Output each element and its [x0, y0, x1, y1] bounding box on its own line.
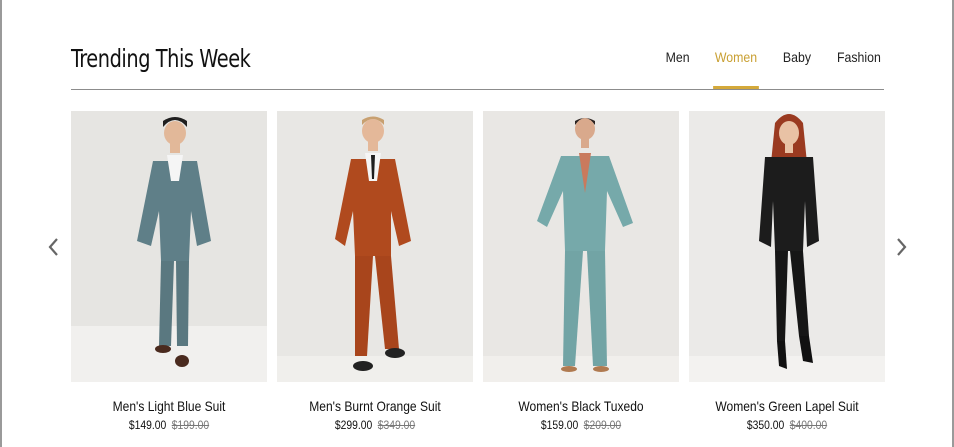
- product-price: $299.00: [334, 420, 373, 432]
- product-image[interactable]: [483, 111, 679, 382]
- carousel-next-button[interactable]: [895, 236, 909, 258]
- tab-fashion[interactable]: Fashion: [837, 49, 881, 89]
- product-prices: $350.00 $400.00: [699, 420, 875, 432]
- product-image[interactable]: [71, 111, 267, 382]
- product-old-price: $199.00: [171, 420, 210, 432]
- product-card[interactable]: Women's Green Lapel Suit $350.00 $400.00: [689, 111, 885, 441]
- section-header: Trending This Week Men Women Baby Fashio…: [71, 40, 884, 90]
- product-name[interactable]: Women's Black Tuxedo: [488, 398, 674, 414]
- product-old-price: $209.00: [583, 420, 622, 432]
- product-card[interactable]: Men's Light Blue Suit $149.00 $199.00: [71, 111, 267, 441]
- product-price: $159.00: [540, 420, 579, 432]
- product-name[interactable]: Women's Green Lapel Suit: [694, 398, 880, 414]
- section-title: Trending This Week: [71, 44, 251, 73]
- product-old-price: $400.00: [789, 420, 828, 432]
- product-name[interactable]: Men's Light Blue Suit: [76, 398, 262, 414]
- product-price: $149.00: [128, 420, 167, 432]
- product-carousel: Men's Light Blue Suit $149.00 $199.00 Me…: [71, 111, 885, 441]
- tab-women[interactable]: Women: [713, 49, 760, 89]
- product-prices: $149.00 $199.00: [81, 420, 257, 432]
- chevron-right-icon: [897, 238, 907, 256]
- product-old-price: $349.00: [377, 420, 416, 432]
- product-prices: $299.00 $349.00: [287, 420, 463, 432]
- carousel-prev-button[interactable]: [46, 236, 60, 258]
- product-image[interactable]: [277, 111, 473, 382]
- product-name[interactable]: Men's Burnt Orange Suit: [282, 398, 468, 414]
- tab-baby[interactable]: Baby: [783, 49, 811, 89]
- product-card[interactable]: Men's Burnt Orange Suit $299.00 $349.00: [277, 111, 473, 441]
- product-price: $350.00: [746, 420, 785, 432]
- chevron-left-icon: [48, 238, 58, 256]
- product-card[interactable]: Women's Black Tuxedo $159.00 $209.00: [483, 111, 679, 441]
- product-prices: $159.00 $209.00: [493, 420, 669, 432]
- product-image[interactable]: [689, 111, 885, 382]
- tab-men[interactable]: Men: [666, 49, 690, 89]
- category-tabs: Men Women Baby Fashion: [643, 49, 884, 89]
